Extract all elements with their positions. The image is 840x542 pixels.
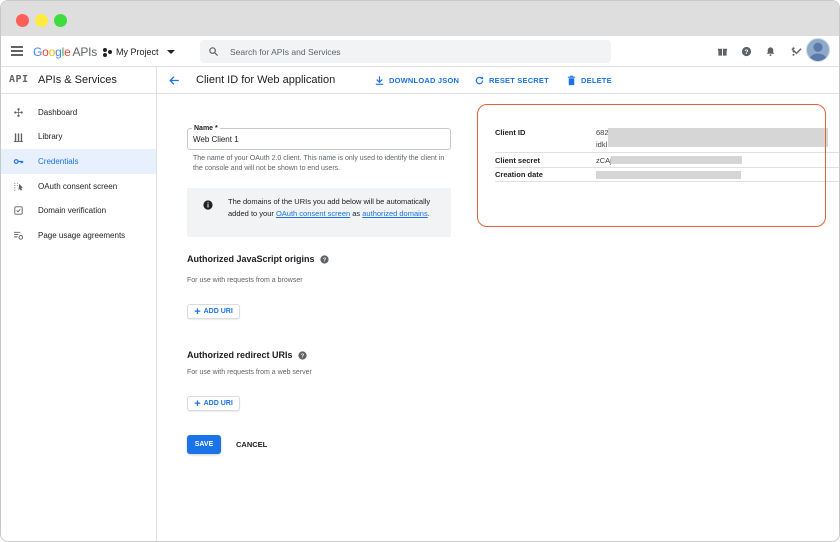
search-input[interactable] — [230, 44, 570, 59]
sidebar-header: API APIs & Services — [1, 67, 156, 94]
side-navigation: API APIs & Services Dashboard Library Cr… — [1, 67, 157, 541]
sidebar-item-label: Dashboard — [38, 107, 78, 117]
avatar[interactable] — [806, 38, 830, 62]
reset-secret-label: RESET SECRET — [489, 76, 549, 85]
close-window-button[interactable] — [16, 14, 29, 27]
logo-apis-text: APIs — [72, 45, 98, 59]
logo-letter: G — [33, 45, 43, 59]
sidebar-item-label: Library — [38, 132, 63, 142]
sidebar-item-label: Page usage agreements — [38, 230, 126, 240]
sidebar-item-label: Credentials — [38, 156, 79, 166]
content-header: Client ID for Web application DOWNLOAD J… — [157, 67, 839, 94]
info-text-part: . — [427, 209, 430, 218]
sidebar-item-credentials[interactable]: Credentials — [1, 149, 156, 174]
plus-icon: + — [194, 397, 201, 410]
search-icon — [209, 47, 219, 57]
sidebar-list: Dashboard Library Credentials OAuth cons… — [1, 100, 156, 248]
sidebar-item-library[interactable]: Library — [1, 125, 156, 150]
svg-text:?: ? — [300, 353, 304, 359]
download-json-button[interactable]: DOWNLOAD JSON — [374, 75, 459, 86]
bell-icon[interactable] — [765, 46, 776, 57]
sidebar-item-oauth-consent[interactable]: OAuth consent screen — [1, 174, 156, 199]
help-icon[interactable]: ? — [297, 350, 307, 360]
name-field-label: Name * — [192, 125, 220, 132]
project-icon — [103, 47, 112, 57]
caret-down-icon — [166, 50, 175, 54]
page-title: Client ID for Web application — [196, 74, 336, 86]
project-name: My Project — [116, 47, 159, 57]
dashboard-icon — [14, 108, 23, 117]
oauth-consent-link[interactable]: OAuth consent screen — [276, 209, 350, 218]
project-selector[interactable]: My Project — [103, 44, 175, 60]
info-text-part: as — [350, 209, 363, 218]
reset-secret-button[interactable]: RESET SECRET — [474, 75, 549, 86]
js-origins-subtitle: For use with requests from a browser — [187, 277, 303, 284]
add-uri-label: ADD URI — [203, 308, 233, 315]
library-icon — [13, 132, 24, 142]
minimize-window-button[interactable] — [35, 14, 48, 27]
authorized-domains-link[interactable]: authorized domains — [362, 209, 427, 218]
redirect-uris-title: Authorized redirect URIs — [187, 350, 293, 360]
logo-letter: e — [64, 45, 71, 59]
sidebar-title: APIs & Services — [38, 74, 117, 86]
refresh-icon — [475, 76, 484, 85]
help-icon[interactable]: ? — [741, 46, 752, 57]
trash-icon — [567, 75, 576, 86]
sidebar-item-page-usage[interactable]: Page usage agreements — [1, 223, 156, 248]
highlight-outline — [477, 104, 826, 227]
settings-list-icon — [13, 231, 24, 240]
app-bar: GoogleAPIs My Project ? — [1, 36, 839, 67]
info-icon — [203, 200, 213, 210]
search-bar[interactable] — [200, 40, 802, 63]
svg-text:?: ? — [745, 49, 749, 56]
sidebar-item-domain-verification[interactable]: Domain verification — [1, 198, 156, 223]
maximize-window-button[interactable] — [54, 14, 67, 27]
plus-icon: + — [194, 305, 201, 318]
name-helper-text: The name of your OAuth 2.0 client. This … — [193, 155, 445, 172]
download-icon — [375, 76, 384, 85]
info-text: The domains of the URIs you add below wi… — [228, 196, 438, 220]
more-vert-icon[interactable] — [788, 46, 799, 57]
add-uri-label: ADD URI — [203, 400, 233, 407]
redirect-uris-section: Authorized redirect URIs ? — [187, 350, 307, 360]
sidebar-item-label: OAuth consent screen — [38, 181, 118, 191]
info-box: The domains of the URIs you add below wi… — [187, 188, 451, 237]
menu-icon[interactable] — [11, 46, 23, 56]
delete-button[interactable]: DELETE — [566, 75, 612, 86]
add-redirect-uri-button[interactable]: + ADD URI — [187, 396, 240, 411]
gift-icon[interactable] — [717, 46, 728, 57]
svg-text:?: ? — [322, 257, 326, 263]
name-input[interactable] — [193, 135, 443, 144]
js-origins-section: Authorized JavaScript origins ? — [187, 254, 329, 264]
save-button[interactable]: SAVE — [187, 435, 221, 454]
help-icon[interactable]: ? — [319, 254, 329, 264]
browser-window: GoogleAPIs My Project ? API APIs & Servi… — [0, 0, 840, 542]
api-logo-icon: API — [9, 74, 29, 85]
title-bar — [1, 1, 839, 36]
sidebar-item-label: Domain verification — [38, 206, 107, 216]
consent-icon — [14, 182, 23, 191]
user-icon — [808, 42, 828, 61]
add-js-origin-button[interactable]: + ADD URI — [187, 304, 240, 319]
cancel-button[interactable]: CANCEL — [236, 440, 267, 449]
js-origins-title: Authorized JavaScript origins — [187, 254, 315, 264]
name-field[interactable]: Name * — [187, 125, 451, 150]
google-apis-logo[interactable]: Google APIs — [33, 45, 97, 59]
redirect-uris-subtitle: For use with requests from a web server — [187, 369, 312, 376]
key-icon — [13, 159, 24, 165]
checkbox-icon — [14, 206, 23, 215]
sidebar-item-dashboard[interactable]: Dashboard — [1, 100, 156, 125]
delete-label: DELETE — [581, 76, 612, 85]
download-json-label: DOWNLOAD JSON — [389, 76, 460, 85]
back-arrow-icon[interactable] — [168, 74, 181, 87]
